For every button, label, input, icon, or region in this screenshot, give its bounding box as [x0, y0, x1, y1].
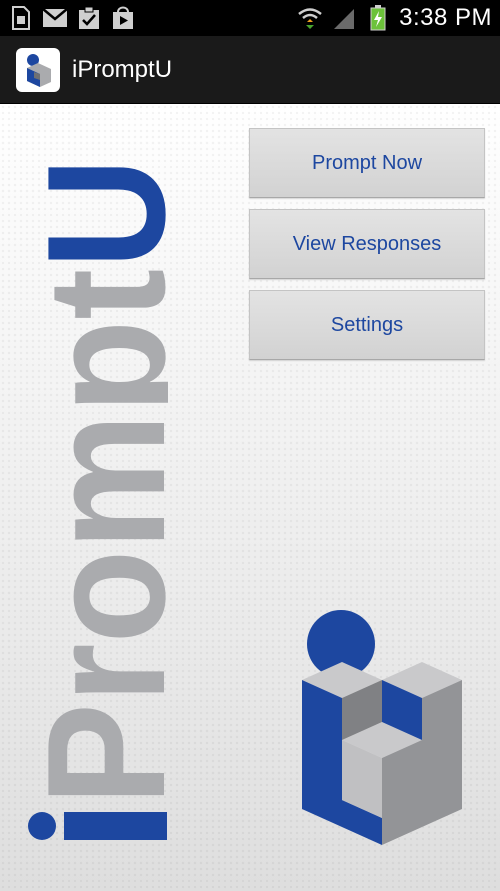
prompt-now-button[interactable]: Prompt Now [249, 128, 485, 198]
wordmark-text: iPromptU [28, 158, 168, 848]
system-icons: 3:38 PM [297, 4, 500, 32]
status-time: 3:38 PM [399, 4, 492, 31]
settings-button[interactable]: Settings [249, 290, 485, 360]
sim-card-icon [8, 6, 34, 30]
gmail-icon [42, 6, 68, 30]
wordmark-u-letter: U [28, 158, 168, 269]
action-bar: iPromptU [0, 36, 500, 104]
wordmark-prompt-letters: Prompt [28, 269, 168, 806]
tasks-icon [76, 6, 102, 30]
signal-icon [331, 6, 357, 30]
vertical-wordmark: iPromptU [28, 158, 168, 848]
menu-buttons: Prompt Now View Responses Settings [249, 128, 485, 371]
app-logo-icon[interactable] [16, 47, 60, 92]
wordmark-dot [28, 812, 56, 840]
view-responses-button[interactable]: View Responses [249, 209, 485, 279]
app-title: iPromptU [72, 55, 173, 83]
wordmark-i-stem [64, 812, 167, 840]
status-bar: 3:38 PM [0, 0, 500, 36]
large-logo-icon [302, 610, 462, 845]
notification-icons [0, 6, 136, 30]
battery-charging-icon [365, 5, 391, 31]
main-content: iPromptU Prompt Now View Responses Setti… [0, 104, 500, 891]
wifi-icon [297, 6, 323, 30]
play-store-icon [110, 6, 136, 30]
